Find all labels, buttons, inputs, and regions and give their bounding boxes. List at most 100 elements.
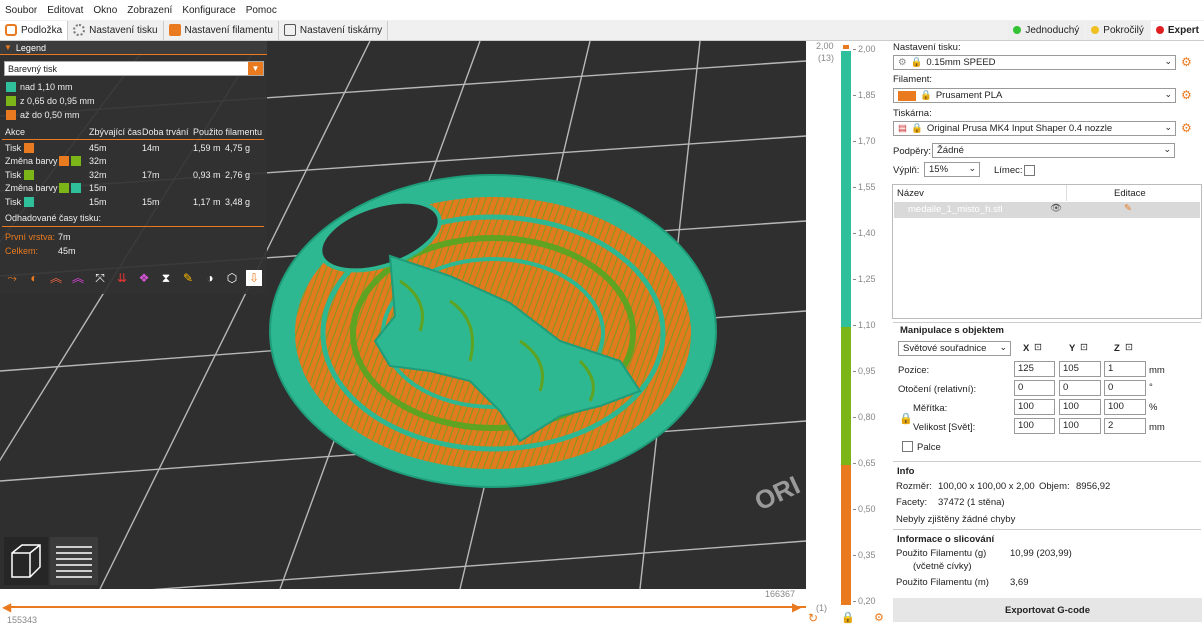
vslider-tick-mark [853,49,856,50]
legend-view-type-select[interactable]: Barevný tisk ▼ [4,61,264,76]
edit-filament-profile-icon[interactable]: ⚙ [1181,88,1192,102]
menu-editovat[interactable]: Editovat [42,5,88,16]
legend-range-1: nad 1,10 mm [6,82,73,92]
deretraction-icon[interactable]: ︽ [70,270,86,286]
legend-title: Legend [15,42,46,53]
coord-system-select[interactable]: Světové souřadnice ⌄ [898,341,1011,356]
first-layer-label: První vrstva: [5,232,56,242]
tool-marker-icon[interactable]: ⇩ [246,270,262,286]
divider [893,322,1201,323]
scale-x-field[interactable]: 100 [1014,399,1055,415]
tab-printer-settings[interactable]: Nastavení tiskárny [279,20,389,40]
hslider-left-thumb[interactable]: ◀ [2,600,11,614]
edit-printer-profile-icon[interactable]: ⚙ [1181,121,1192,135]
tab-filament-settings[interactable]: Nastavení filamentu [164,20,279,40]
rotation-x-field[interactable]: 0 [1014,380,1055,396]
menu-pomoc[interactable]: Pomoc [241,5,282,16]
filament-profile-select[interactable]: 🔒 Prusament PLA ⌄ [893,88,1176,103]
filament-g-sub: (včetně cívky) [913,561,972,572]
row-remaining: 45m [89,143,107,153]
eye-icon[interactable]: 👁 [1050,203,1062,214]
brim-checkbox[interactable] [1024,165,1035,176]
menu-zobrazeni[interactable]: Zobrazení [122,5,177,16]
menu-okno[interactable]: Okno [88,5,122,16]
row-length: 1,59 m [193,143,221,153]
inches-checkbox[interactable] [902,441,913,452]
center-of-gravity-icon[interactable]: ◑ [202,270,218,286]
position-x-field[interactable]: 125 [1014,361,1055,377]
undo-arrow-icon[interactable]: ↻ [808,611,818,625]
color-change-icon[interactable]: ❖ [136,270,152,286]
edit-object-icon[interactable]: ✎ [1124,203,1132,214]
position-y-field[interactable]: 105 [1059,361,1101,377]
edit-print-profile-icon[interactable]: ⚙ [1181,55,1192,69]
supports-value: Žádné [937,145,964,156]
hslider-right-thumb[interactable]: ▶ [792,600,801,614]
scale-z-field[interactable]: 100 [1104,399,1146,415]
row-duration: 14m [142,143,160,153]
travel-icon[interactable]: ⤳ [4,270,20,286]
menu-soubor[interactable]: Soubor [0,5,42,16]
pause-icon[interactable]: ⧗ [158,270,174,286]
rotation-z-field[interactable]: 0 [1104,380,1146,396]
shells-icon[interactable]: ⬡ [224,270,240,286]
cog-icon[interactable]: ⚙ [874,611,884,624]
rotation-unit: ° [1149,382,1153,393]
size-x-field[interactable]: 100 [1014,418,1055,434]
chevron-down-icon: ⌄ [999,342,1007,352]
axis-z-drop-icon[interactable]: ⊡ [1125,342,1133,353]
divider [2,226,264,227]
size-z-field[interactable]: 2 [1104,418,1146,434]
vslider-tick-mark [853,187,856,188]
col-header-filament: Použito filamentu [193,127,263,137]
legend-header[interactable]: ▼ Legend [0,41,267,55]
col-header-remaining: Zbývající čas [89,127,142,137]
infill-select[interactable]: 15% ⌄ [924,162,980,177]
mode-advanced[interactable]: Pokročilý [1086,20,1149,40]
scale-lock-icon[interactable]: 🔒 [899,412,913,425]
axis-x-drop-icon[interactable]: ⊡ [1034,342,1042,353]
collapse-icon[interactable]: ▼ [4,43,12,52]
rotation-y-field[interactable]: 0 [1059,380,1101,396]
tab-print-settings[interactable]: Nastavení tisku [68,20,164,40]
mode-dot-icon [1013,26,1022,34]
seam-icon[interactable]: ⤧ [92,270,108,286]
row-duration: 15m [142,197,160,207]
manipulation-header: Manipulace s objektem [900,325,1005,336]
lock-icon[interactable]: 🔒 [841,611,855,624]
scale-y-field[interactable]: 100 [1059,399,1101,415]
size-info-label: Rozměr: [896,481,932,492]
position-z-field[interactable]: 1 [1104,361,1146,377]
tool-change-icon[interactable]: ⇊ [114,270,130,286]
lock-icon: 🔒 [920,90,932,101]
mode-simple[interactable]: Jednoduchý [1008,20,1085,40]
vertical-layer-slider[interactable]: 2,00 (13) 2,00 1,85 1,70 1,55 1,40 1,25 1,10 0,… [806,41,891,625]
wipe-icon[interactable]: ◐ [26,270,42,286]
size-y-field[interactable]: 100 [1059,418,1101,434]
vslider-tick-label: 0,80 [858,412,876,422]
print-profile-select[interactable]: ⚙ 🔒 0.15mm SPEED ⌄ [893,55,1176,70]
supports-select[interactable]: Žádné ⌄ [932,143,1175,158]
vslider-tick-label: 1,25 [858,274,876,284]
tab-podlozka[interactable]: Podložka [0,20,69,40]
custom-gcode-icon[interactable]: ✎ [180,270,196,286]
medallion-model[interactable] [269,174,717,488]
filament-profile-value: Prusament PLA [935,90,1003,101]
filament-color-swatch[interactable] [898,90,916,101]
color-swatch [6,110,16,120]
mode-label: Expert [1167,24,1199,36]
facets-label: Facety: [896,497,928,508]
printer-profile-select[interactable]: ▤ 🔒 Original Prusa MK4 Input Shaper 0.4 … [893,121,1176,136]
axis-y-drop-icon[interactable]: ⊡ [1080,342,1088,353]
retraction-icon[interactable]: ︽ [48,270,64,286]
horizontal-slider[interactable]: ◀ 155343 166367 ▶ [0,589,806,625]
vslider-tick-mark [853,325,856,326]
vslider-top-thumb[interactable] [843,45,849,49]
menu-konfigurace[interactable]: Konfigurace [177,5,240,16]
mode-expert[interactable]: Expert [1150,20,1204,40]
divider [893,461,1201,462]
axis-z-label: Z [1114,343,1120,354]
scale-label: Měřítka: [913,403,948,414]
object-row[interactable]: medaile_1_misto_h.stl 👁 ✎ [894,202,1200,218]
export-gcode-button[interactable]: Exportovat G-code [893,598,1202,622]
